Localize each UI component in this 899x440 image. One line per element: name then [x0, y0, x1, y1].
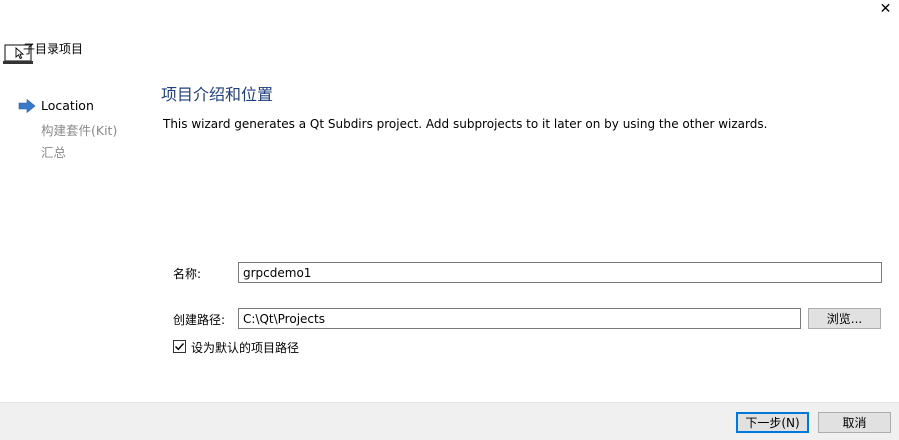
- cancel-button[interactable]: 取消: [818, 412, 891, 433]
- window-title: 子目录项目: [23, 42, 84, 56]
- page-title: 项目介绍和位置: [161, 85, 274, 104]
- next-button[interactable]: 下一步(N): [736, 412, 809, 433]
- nav-item-summary: 汇总: [41, 145, 67, 160]
- checkmark-icon: [175, 343, 185, 351]
- default-path-label: 设为默认的项目路径: [191, 341, 300, 355]
- close-button[interactable]: ✕: [872, 0, 899, 18]
- close-icon: ✕: [879, 1, 892, 17]
- name-label: 名称:: [173, 267, 202, 281]
- browse-button[interactable]: 浏览...: [808, 308, 881, 329]
- page-description: This wizard generates a Qt Subdirs proje…: [163, 117, 768, 131]
- path-label: 创建路径:: [173, 313, 226, 327]
- default-path-checkbox[interactable]: [173, 340, 186, 353]
- nav-item-location: Location: [41, 98, 94, 113]
- name-input[interactable]: [238, 262, 882, 283]
- path-input[interactable]: [238, 308, 801, 329]
- arrow-right-icon: [18, 99, 36, 113]
- nav-item-kit: 构建套件(Kit): [41, 123, 118, 138]
